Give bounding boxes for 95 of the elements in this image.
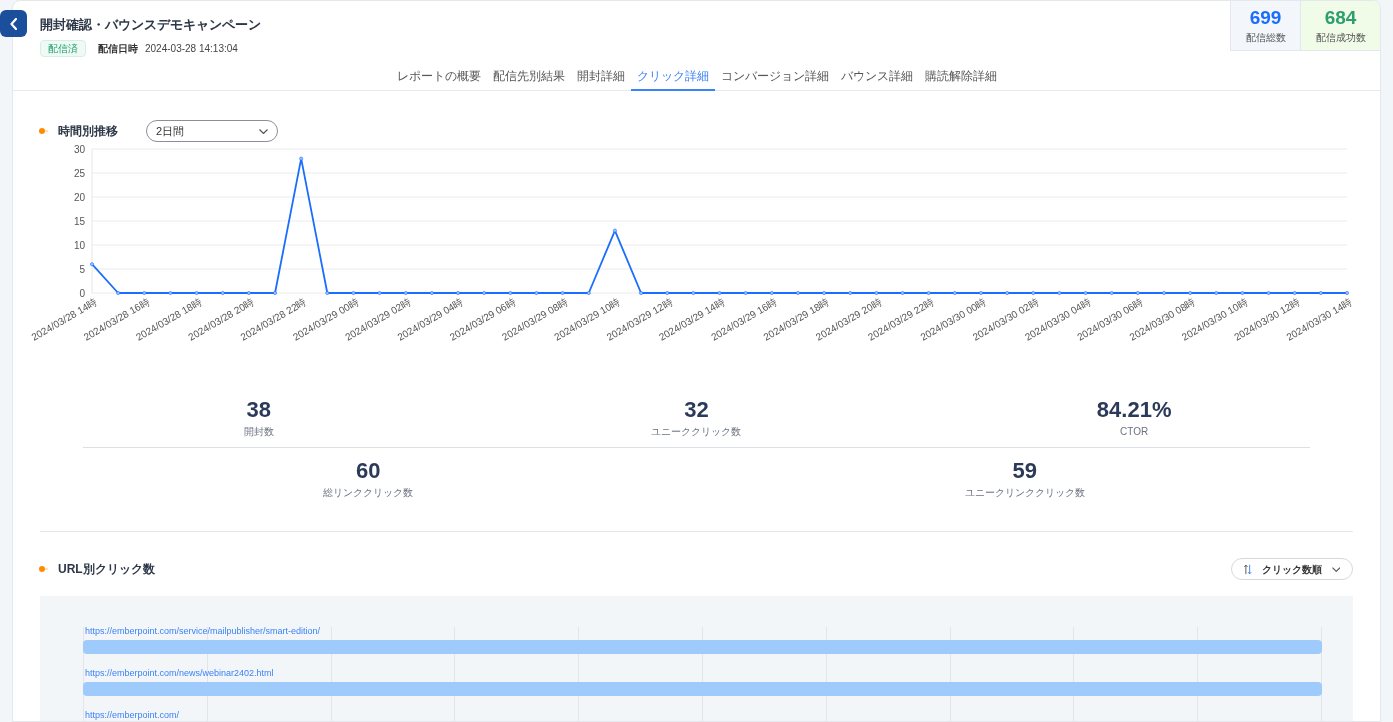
data-point — [351, 291, 356, 295]
data-point — [534, 291, 539, 295]
data-point — [1266, 291, 1271, 295]
data-point — [1109, 291, 1114, 295]
data-point — [1188, 291, 1192, 295]
data-point — [769, 291, 774, 295]
tab[interactable]: 開封詳細 — [570, 63, 631, 91]
data-point — [926, 291, 931, 295]
data-point — [691, 291, 696, 295]
metric-value: 84.21% — [1096, 397, 1172, 423]
data-point — [586, 291, 591, 295]
y-axis-label: 0 — [79, 287, 85, 299]
period-select[interactable]: 2日間 — [146, 120, 278, 142]
data-point — [247, 291, 251, 295]
data-point — [273, 291, 277, 295]
section-title: URL別クリック数 — [58, 561, 155, 578]
metric-value: 38 — [246, 397, 272, 423]
data-point — [1005, 291, 1009, 295]
tab[interactable]: クリック詳細 — [630, 63, 715, 91]
bullet-icon — [39, 566, 48, 572]
y-axis-label: 15 — [73, 215, 85, 227]
metric-label: ユニーククリック数 — [651, 425, 742, 439]
data-point — [1135, 291, 1140, 295]
metric-value: 59 — [1012, 458, 1037, 484]
data-point — [194, 291, 199, 295]
data-point — [403, 291, 408, 295]
page-title: 開封確認・バウンスデモキャンペーン — [40, 16, 261, 34]
metric-value: 32 — [684, 397, 709, 423]
data-point — [116, 291, 121, 295]
tab[interactable]: 購読解除詳細 — [918, 63, 1003, 91]
data-point — [430, 291, 434, 295]
metric-label: 開封数 — [243, 425, 274, 439]
y-axis-label: 25 — [73, 167, 85, 179]
data-point — [848, 291, 853, 295]
data-point — [456, 291, 460, 295]
data-point — [482, 291, 487, 295]
sort-button[interactable]: クリック数順 — [1231, 558, 1353, 580]
data-point — [979, 291, 983, 295]
summary-value: 699 — [1249, 7, 1282, 29]
data-point — [717, 291, 722, 295]
data-point — [1318, 291, 1323, 295]
metric-value: 60 — [356, 458, 381, 484]
url-label: https://emberpoint.com/service/mailpublisher/smart-edition/ — [85, 626, 321, 636]
chevron-left-icon — [10, 17, 17, 30]
section-title: 時間別推移 — [58, 123, 118, 140]
summary-label: 配信成功数 — [1315, 31, 1366, 44]
data-point — [743, 291, 748, 295]
data-point — [168, 291, 173, 295]
data-point — [142, 291, 147, 295]
data-point — [822, 291, 826, 295]
tab[interactable]: コンバージョン詳細 — [714, 63, 835, 91]
bullet-icon — [39, 128, 48, 134]
data-point — [613, 228, 617, 233]
data-point — [639, 291, 643, 295]
data-point — [1057, 291, 1062, 295]
data-point — [1345, 291, 1349, 295]
data-point — [796, 291, 800, 295]
data-point — [1031, 291, 1036, 295]
data-point — [900, 291, 905, 295]
summary-value: 684 — [1324, 7, 1357, 29]
data-point — [220, 291, 225, 295]
metric-label: CTOR — [1120, 425, 1149, 439]
chevron-down-icon — [259, 128, 268, 134]
data-point — [1292, 291, 1297, 295]
data-point — [90, 262, 94, 267]
metric-label: ユニークリンククリック数 — [964, 486, 1085, 500]
data-point — [325, 291, 330, 295]
tab[interactable]: レポートの概要 — [390, 63, 487, 91]
data-point — [1162, 291, 1166, 295]
y-axis-label: 10 — [73, 239, 85, 251]
data-point — [377, 291, 382, 295]
tab[interactable]: バウンス詳細 — [834, 63, 919, 91]
data-point — [1240, 291, 1245, 295]
url-label: https://emberpoint.com/ — [85, 710, 180, 720]
status-badge: 配信済 — [40, 40, 86, 57]
sent-at-value: 2024-03-28 14:13:04 — [145, 42, 238, 56]
data-point — [665, 291, 670, 295]
data-point — [1083, 291, 1088, 295]
data-point — [299, 156, 304, 161]
tab[interactable]: 配信先別結果 — [486, 63, 571, 91]
data-point — [874, 291, 879, 295]
y-axis-label: 5 — [79, 263, 85, 275]
back-button[interactable] — [0, 10, 27, 37]
data-point — [1214, 291, 1219, 295]
sort-icon — [1244, 563, 1252, 575]
y-axis-label: 20 — [73, 191, 85, 203]
data-point — [952, 291, 957, 295]
summary-label: 配信総数 — [1245, 31, 1286, 44]
metric-label: 総リンククリック数 — [323, 486, 414, 500]
chevron-down-icon — [1331, 566, 1340, 572]
y-axis-label: 30 — [73, 143, 85, 155]
url-label: https://emberpoint.com/news/webinar2402.html — [85, 668, 274, 678]
data-point — [560, 291, 565, 295]
sent-at-label: 配信日時 — [98, 42, 138, 56]
data-point — [508, 291, 513, 295]
